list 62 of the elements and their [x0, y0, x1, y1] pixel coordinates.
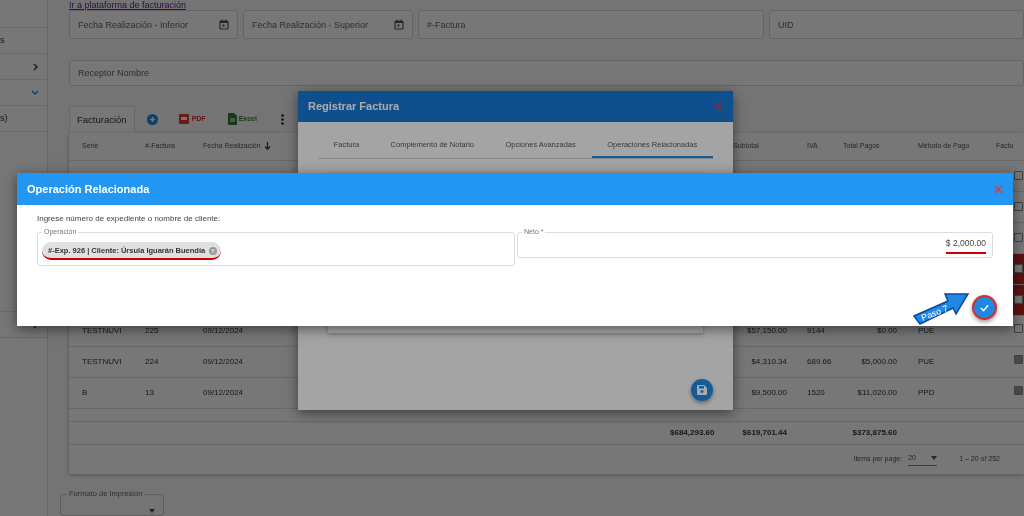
checkbox[interactable]: [1014, 324, 1023, 334]
dialog-title: Operación Relacionada: [27, 181, 150, 197]
table-cell: $9,500.00: [751, 387, 787, 397]
chevron-down-icon[interactable]: [31, 89, 39, 96]
table-cell: 224: [145, 356, 159, 366]
caret-down-icon: [931, 456, 938, 461]
filter-field[interactable]: #-Factura: [418, 10, 764, 39]
table-cell: 689.66: [807, 356, 832, 366]
table-cell: TESTNUVI: [82, 356, 122, 366]
table-cell: 09/12/2024: [203, 325, 244, 335]
table-cell: TESTNUVI: [82, 325, 122, 335]
calendar-icon[interactable]: [219, 19, 229, 30]
checkmark-icon[interactable]: [980, 303, 989, 312]
spreadsheet-file-icon[interactable]: [227, 113, 237, 126]
sort-down-icon[interactable]: [263, 142, 271, 151]
caret-down-icon[interactable]: [149, 509, 155, 513]
checkbox[interactable]: [1014, 264, 1023, 274]
calendar-icon[interactable]: [394, 19, 404, 30]
close-button[interactable]: [994, 184, 1003, 194]
confirm-button[interactable]: [972, 295, 997, 320]
table-cell: 225: [145, 325, 159, 335]
more-options-icon[interactable]: [280, 113, 284, 125]
prompt-text: Ingrese número de expediente o nombre de cliente:: [37, 213, 221, 225]
save-button[interactable]: [691, 379, 713, 401]
table-cell: 1520: [807, 387, 825, 397]
checked-checkbox[interactable]: [1014, 355, 1023, 365]
total-cell: $619,701.44: [742, 427, 787, 437]
table-cell: $0.00: [876, 325, 897, 335]
table-cell: PPD: [918, 387, 935, 397]
checkbox[interactable]: [1014, 202, 1023, 212]
table-cell: PUE: [918, 325, 935, 335]
table-cell: $4,310.34: [751, 356, 787, 366]
checkbox[interactable]: [1014, 295, 1023, 305]
filter-field[interactable]: Fecha Realización - Inferior: [69, 10, 238, 39]
table-cell: B: [82, 387, 88, 397]
billing-platform-link[interactable]: Ir a plataforma de facturación: [69, 0, 187, 10]
filter-field[interactable]: Fecha Realización - Superior: [243, 10, 413, 39]
dialog-title: Registrar Factura: [308, 99, 400, 115]
receptor-field[interactable]: Receptor Nombre: [69, 60, 1024, 86]
table-cell: 9144: [807, 325, 825, 335]
billing-tab[interactable]: Facturación: [69, 105, 135, 133]
checkbox[interactable]: [1014, 233, 1023, 243]
add-icon[interactable]: [146, 113, 158, 125]
table-cell: PUE: [918, 356, 935, 366]
pdf-file-icon[interactable]: [177, 113, 190, 126]
sidebar-item-label[interactable]: s): [0, 111, 8, 126]
table-cell: $5,000.00: [861, 356, 897, 366]
table-cell: 09/12/2024: [203, 387, 244, 397]
checked-checkbox[interactable]: [1014, 386, 1023, 396]
table-cell: 13: [145, 387, 154, 397]
neto-value: $ 2,000.00: [945, 236, 986, 254]
total-cell: $373,875.60: [852, 427, 897, 437]
table-cell: 09/12/2024: [203, 356, 244, 366]
table-cell: $57,150.00: [746, 325, 787, 335]
checkbox[interactable]: [1014, 171, 1023, 181]
filter-field[interactable]: UID: [769, 10, 1024, 39]
remove-icon[interactable]: [209, 246, 218, 255]
table-cell: $11,020.00: [857, 387, 897, 397]
step-label: Paso 7: [919, 302, 951, 325]
chevron-right-icon[interactable]: [33, 62, 39, 71]
sidebar-item-label[interactable]: s: [0, 33, 5, 48]
total-cell: $684,293.60: [670, 427, 715, 437]
